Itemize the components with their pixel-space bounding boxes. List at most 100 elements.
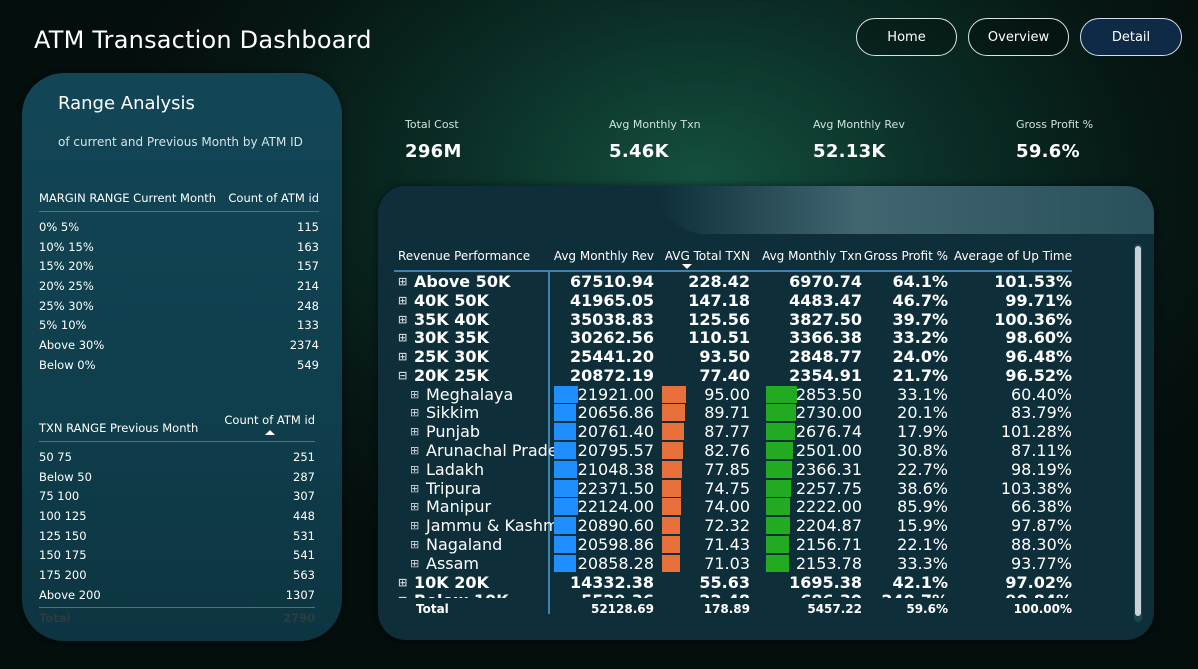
matrix-scrollbar[interactable]: [1134, 244, 1142, 622]
revenue-range-row[interactable]: ⊞ Above 50K 67510.94 228.42 6970.74 64.1% 101.…: [394, 272, 1072, 291]
expand-icon[interactable]: ⊞: [410, 501, 419, 512]
cell-avg-monthly-txn: 2222.00: [750, 497, 862, 516]
row-header-cell: ⊞ 35K 40K: [394, 310, 550, 329]
txn-range-column-header[interactable]: TXN RANGE Previous Month: [39, 421, 198, 435]
scrollbar-thumb[interactable]: [1135, 246, 1141, 616]
txn-range-row[interactable]: 50 75 251: [39, 447, 315, 467]
expand-icon[interactable]: ⊞: [410, 520, 419, 531]
row-header-cell: ⊞ Assam: [394, 554, 550, 573]
revenue-range-row[interactable]: ⊞ 35K 40K 35038.83 125.56 3827.50 39.7% 100.36…: [394, 310, 1072, 329]
revenue-range-row[interactable]: ⊞ Below 10K 5529.36 22.48 686.30 -240.7% 90.84…: [394, 591, 1072, 598]
expand-icon[interactable]: ⊞: [410, 389, 419, 400]
expand-icon[interactable]: ⊞: [398, 351, 407, 362]
state-row[interactable]: ⊞ Assam 20858.28 71.03 2153.78 33.3% 93.77%: [394, 554, 1072, 573]
margin-range-row[interactable]: 15% 20% 157: [39, 256, 319, 276]
state-row[interactable]: ⊞ Jammu & Kashmir 20890.60 72.32 2204.87 15.9…: [394, 516, 1072, 535]
txn-range-row[interactable]: Below 50 287: [39, 467, 315, 487]
margin-range-row[interactable]: 25% 30% 248: [39, 296, 319, 316]
state-row[interactable]: ⊞ Manipur 22124.00 74.00 2222.00 85.9% 66.38%: [394, 497, 1072, 516]
cell-avg-total-txn: 125.56: [654, 310, 750, 329]
txn-count-column-header[interactable]: Count of ATM id: [224, 413, 315, 435]
cell-value: 71.03: [704, 553, 750, 573]
state-row[interactable]: ⊞ Arunachal Pradesh 20795.57 82.76 2501.00 30…: [394, 441, 1072, 460]
state-row[interactable]: ⊞ Sikkim 20656.86 89.71 2730.00 20.1% 83.79%: [394, 403, 1072, 422]
detail-button[interactable]: Detail: [1080, 18, 1182, 56]
header-avg-total-txn[interactable]: AVG Total TXN: [654, 249, 750, 263]
revenue-range-row[interactable]: ⊟ 20K 25K 20872.19 77.40 2354.91 21.7% 96.52%: [394, 366, 1072, 385]
state-row[interactable]: ⊞ Punjab 20761.40 87.77 2676.74 17.9% 101.28%: [394, 422, 1072, 441]
count-value: 214: [297, 278, 319, 293]
txn-range-row[interactable]: Above 200 1307: [39, 585, 315, 605]
expand-icon[interactable]: ⊞: [398, 595, 407, 598]
overview-button[interactable]: Overview: [968, 18, 1069, 56]
expand-icon[interactable]: ⊞: [410, 445, 419, 456]
txn-range-row[interactable]: 150 175 541: [39, 545, 315, 565]
margin-range-row[interactable]: 20% 25% 214: [39, 276, 319, 296]
cell-avg-monthly-rev: 20598.86: [550, 535, 654, 554]
cell-avg-total-txn: 22.48: [654, 591, 750, 598]
state-row[interactable]: ⊞ Tripura 22371.50 74.75 2257.75 38.6% 103.38%: [394, 479, 1072, 498]
state-row[interactable]: ⊞ Nagaland 20598.86 71.43 2156.71 22.1% 88.30%: [394, 535, 1072, 554]
margin-range-row[interactable]: Above 30% 2374: [39, 335, 319, 355]
header-gross-profit[interactable]: Gross Profit %: [862, 249, 948, 263]
expand-icon[interactable]: ⊞: [398, 276, 407, 287]
margin-range-row[interactable]: 0% 5% 115: [39, 217, 319, 237]
matrix-body[interactable]: ⊞ Above 50K 67510.94 228.42 6970.74 64.1% 101.…: [394, 272, 1072, 598]
count-value: 287: [293, 469, 315, 484]
cell-value: 87.11%: [1010, 441, 1072, 461]
margin-count-column-header[interactable]: Count of ATM id: [228, 191, 319, 205]
expand-icon[interactable]: ⊞: [398, 314, 407, 325]
kpi-value: 59.6%: [1016, 141, 1080, 162]
total-avg-monthly-txn: 5457.22: [807, 602, 862, 616]
cell-value: 6970.74: [789, 272, 862, 291]
collapse-icon[interactable]: ⊟: [398, 370, 407, 381]
cell-value: 20890.60: [577, 516, 654, 536]
range-label: Below 50: [39, 469, 92, 484]
header-average-up-time[interactable]: Average of Up Time: [948, 249, 1072, 263]
txn-range-row[interactable]: 100 125 448: [39, 506, 315, 526]
data-bar-avg-monthly-txn: [766, 423, 795, 441]
txn-range-row[interactable]: 75 100 307: [39, 486, 315, 506]
row-label: Tripura: [426, 478, 482, 498]
expand-icon[interactable]: ⊞: [410, 407, 419, 418]
state-row[interactable]: ⊞ Ladakh 21048.38 77.85 2366.31 22.7% 98.19%: [394, 460, 1072, 479]
expand-icon[interactable]: ⊞: [398, 332, 407, 343]
cell-gross-profit: 22.1%: [862, 535, 948, 554]
margin-range-row[interactable]: 5% 10% 133: [39, 315, 319, 335]
expand-icon[interactable]: ⊞: [398, 295, 407, 306]
expand-icon[interactable]: ⊞: [410, 426, 419, 437]
data-bar-avg-total-txn: [662, 423, 684, 441]
cell-avg-monthly-rev: 20872.19: [550, 366, 654, 385]
txn-range-row[interactable]: 125 150 531: [39, 526, 315, 546]
cell-avg-total-txn: 82.76: [654, 441, 750, 460]
revenue-range-row[interactable]: ⊞ 10K 20K 14332.38 55.63 1695.38 42.1% 97.02%: [394, 573, 1072, 592]
row-label: Ladakh: [426, 459, 485, 479]
cell-avg-monthly-rev: 5529.36: [550, 591, 654, 598]
cell-average-up-time: 93.77%: [948, 554, 1072, 573]
cell-avg-monthly-txn: 686.30: [750, 591, 862, 598]
cell-gross-profit: 33.3%: [862, 554, 948, 573]
cell-value: 21921.00: [577, 384, 654, 404]
revenue-range-row[interactable]: ⊞ 30K 35K 30262.56 110.51 3366.38 33.2% 98.60%: [394, 328, 1072, 347]
cell-avg-monthly-rev: 41965.05: [550, 291, 654, 310]
margin-range-column-header[interactable]: MARGIN RANGE Current Month: [39, 191, 216, 205]
cell-value: 60.40%: [1010, 384, 1072, 404]
expand-icon[interactable]: ⊞: [410, 558, 419, 569]
home-button[interactable]: Home: [856, 18, 957, 56]
state-row[interactable]: ⊞ Meghalaya 21921.00 95.00 2853.50 33.1% 60.40…: [394, 385, 1072, 404]
margin-range-row[interactable]: Below 0% 549: [39, 355, 319, 375]
kpi-avg-monthly-txn: Avg Monthly Txn 5.46K: [609, 118, 701, 162]
row-label: Assam: [426, 553, 480, 573]
header-avg-monthly-rev[interactable]: Avg Monthly Rev: [550, 249, 654, 263]
margin-range-row[interactable]: 10% 15% 163: [39, 237, 319, 257]
header-revenue-performance[interactable]: Revenue Performance: [394, 249, 550, 263]
expand-icon[interactable]: ⊞: [410, 539, 419, 550]
expand-icon[interactable]: ⊞: [410, 483, 419, 494]
revenue-range-row[interactable]: ⊞ 25K 30K 25441.20 93.50 2848.77 24.0% 96.48%: [394, 347, 1072, 366]
revenue-range-row[interactable]: ⊞ 40K 50K 41965.05 147.18 4483.47 46.7% 99.71%: [394, 291, 1072, 310]
range-analysis-subtitle: of current and Previous Month by ATM ID: [58, 135, 303, 149]
header-avg-monthly-txn[interactable]: Avg Monthly Txn: [750, 249, 862, 263]
txn-range-row[interactable]: 175 200 563: [39, 565, 315, 585]
expand-icon[interactable]: ⊞: [410, 464, 419, 475]
expand-icon[interactable]: ⊞: [398, 577, 407, 588]
